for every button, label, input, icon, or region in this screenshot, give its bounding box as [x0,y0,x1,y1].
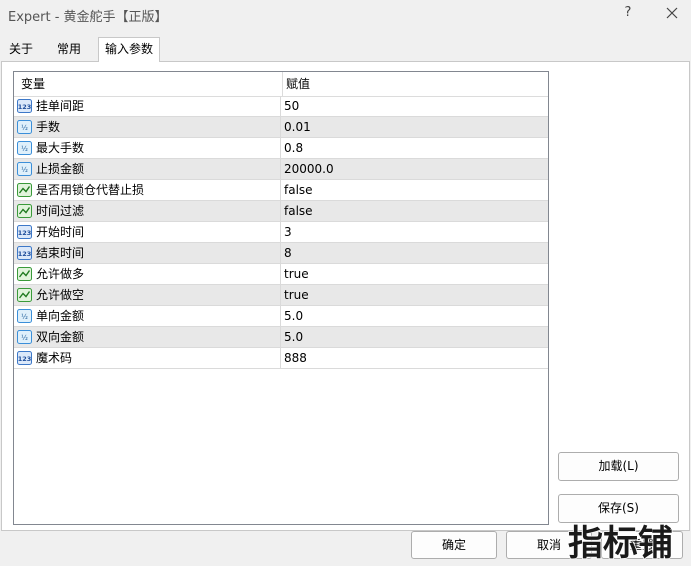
close-button[interactable] [660,2,684,24]
param-value[interactable]: 20000.0 [284,159,334,179]
table-row[interactable]: ½ 手数 0.01 [14,117,548,138]
param-value[interactable]: 8 [284,243,292,263]
param-name: 手数 [36,120,61,134]
ok-button[interactable]: 确定 [411,531,497,559]
svg-text:½: ½ [21,313,28,321]
param-name: 单向金额 [36,309,85,323]
cell-divider [280,117,281,137]
table-row[interactable]: 是否用锁仓代替止损 false [14,180,548,201]
tab-inputs[interactable]: 输入参数 [98,37,160,62]
boolean-icon [17,267,32,281]
help-button[interactable]: ? [618,3,638,23]
params-table[interactable]: 变量 赋值 123 挂单间距 50 ½ 手数 0.01 ½ 最大手数 0.8 ½ 止损金额 20000… [13,71,549,525]
param-name: 开始时间 [36,225,85,239]
integer-icon: 123 [17,246,32,260]
cell-divider [280,306,281,326]
cell-divider [280,348,281,368]
column-divider [282,72,283,96]
cell-divider [280,159,281,179]
param-name: 魔术码 [36,351,73,365]
window-title: Expert - 黄金舵手【正版】 [8,10,168,25]
param-value[interactable]: 0.8 [284,138,303,158]
svg-text:½: ½ [21,124,28,132]
tab-common[interactable]: 常用 [48,39,90,60]
boolean-icon [17,183,32,197]
table-row[interactable]: 123 开始时间 3 [14,222,548,243]
cell-divider [280,285,281,305]
title-bar: Expert - 黄金舵手【正版】 ? [0,0,691,28]
boolean-icon [17,204,32,218]
cell-divider [280,96,281,116]
param-name: 止损金额 [36,162,85,176]
double-icon: ½ [17,162,32,176]
param-name: 结束时间 [36,246,85,260]
param-value[interactable]: 888 [284,348,307,368]
svg-text:½: ½ [21,334,28,342]
svg-text:123: 123 [18,229,32,237]
table-row[interactable]: ½ 止损金额 20000.0 [14,159,548,180]
double-icon: ½ [17,330,32,344]
watermark-text: 指标铺 [568,524,673,563]
svg-text:½: ½ [21,166,28,174]
double-icon: ½ [17,309,32,323]
param-name: 最大手数 [36,141,85,155]
svg-text:123: 123 [18,355,32,363]
table-row[interactable]: 123 挂单间距 50 [14,96,548,117]
column-header-value[interactable]: 赋值 [286,72,310,96]
param-value[interactable]: 50 [284,96,299,116]
table-row[interactable]: 123 魔术码 888 [14,348,548,369]
integer-icon: 123 [17,225,32,239]
param-name: 双向金额 [36,330,85,344]
param-name: 允许做多 [36,267,85,281]
table-row[interactable]: 允许做多 true [14,264,548,285]
table-row[interactable]: 时间过滤 false [14,201,548,222]
cell-divider [280,138,281,158]
param-name: 允许做空 [36,288,85,302]
param-name: 挂单间距 [36,99,85,113]
param-value[interactable]: false [284,201,313,221]
double-icon: ½ [17,120,32,134]
param-name: 时间过滤 [36,204,85,218]
table-row[interactable]: 123 结束时间 8 [14,243,548,264]
integer-icon: 123 [17,351,32,365]
table-row[interactable]: ½ 双向金额 5.0 [14,327,548,348]
column-header-variable[interactable]: 变量 [21,72,45,96]
double-icon: ½ [17,141,32,155]
svg-text:123: 123 [18,250,32,258]
table-header: 变量 赋值 [14,72,548,97]
watermark: 指标铺 [567,523,674,563]
param-value[interactable]: 3 [284,222,292,242]
table-row[interactable]: ½ 最大手数 0.8 [14,138,548,159]
cell-divider [280,264,281,284]
tab-about[interactable]: 关于 [2,39,40,60]
svg-text:123: 123 [18,103,32,111]
load-button[interactable]: 加载(L) [558,452,679,481]
param-value[interactable]: false [284,180,313,200]
cell-divider [280,327,281,347]
param-value[interactable]: 0.01 [284,117,311,137]
table-row[interactable]: 允许做空 true [14,285,548,306]
cell-divider [280,222,281,242]
cell-divider [280,180,281,200]
svg-text:½: ½ [21,145,28,153]
close-icon [666,7,678,19]
boolean-icon [17,288,32,302]
param-value[interactable]: true [284,285,309,305]
param-value[interactable]: true [284,264,309,284]
param-name: 是否用锁仓代替止损 [36,183,145,197]
cell-divider [280,201,281,221]
param-value[interactable]: 5.0 [284,306,303,326]
table-row[interactable]: ½ 单向金额 5.0 [14,306,548,327]
cell-divider [280,243,281,263]
tab-strip: 关于 常用 输入参数 [0,37,691,62]
integer-icon: 123 [17,99,32,113]
param-value[interactable]: 5.0 [284,327,303,347]
